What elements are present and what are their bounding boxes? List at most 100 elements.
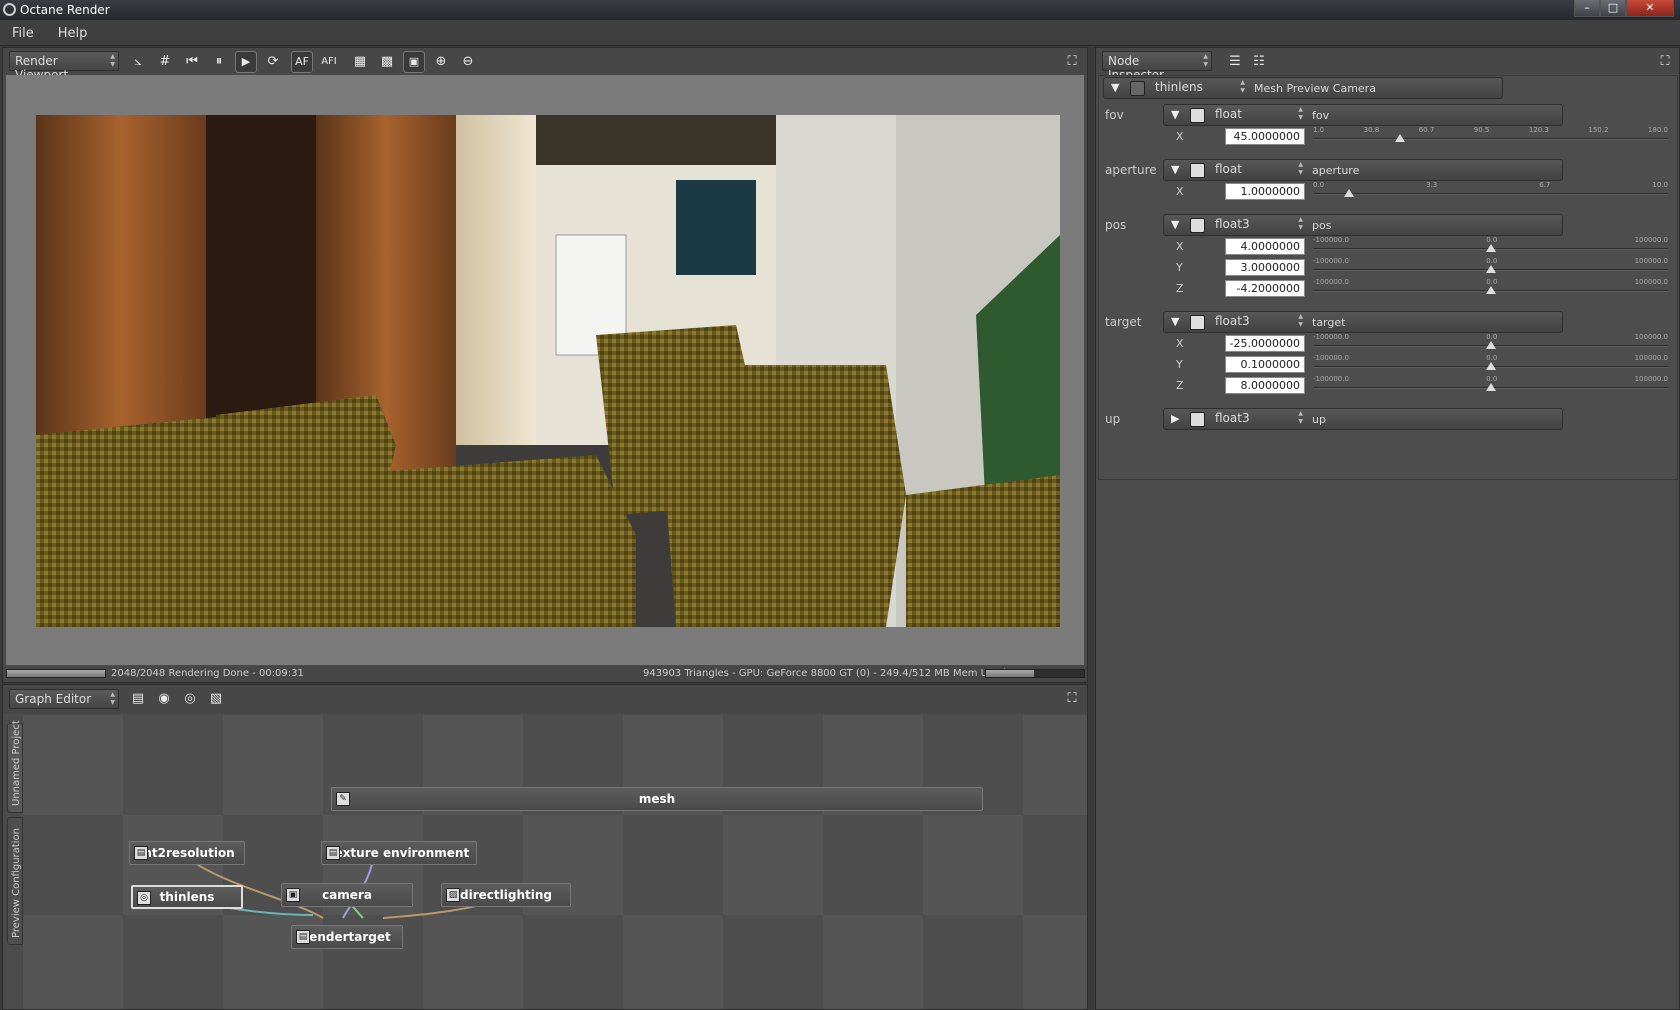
aperture-x-input[interactable]: 1.0000000 xyxy=(1225,183,1305,200)
pin-name: fov xyxy=(1312,109,1330,122)
node-mesh[interactable]: ✎ mesh xyxy=(331,787,983,811)
maximize-inspector-icon[interactable]: ⛶ xyxy=(1654,51,1676,73)
pos-x-input[interactable]: 4.0000000 xyxy=(1225,238,1305,255)
node-texture-environment-label: texture environment xyxy=(328,846,470,860)
pause-icon[interactable]: ⏸ xyxy=(208,51,230,73)
slider-thumb[interactable] xyxy=(1485,362,1496,370)
pos-y-slider[interactable]: -100000.0 0.0 100000.0 xyxy=(1313,257,1668,273)
pin-type-icon xyxy=(1190,218,1205,233)
target-x-slider[interactable]: -100000.0 0.0 100000.0 xyxy=(1313,333,1668,349)
fov-x-slider[interactable]: 1.0 30.8 60.7 90.5 120.3 150.2 180.0 xyxy=(1313,126,1668,142)
graph-canvas[interactable]: ✎ mesh ▤ int2resolution ▤ texture enviro… xyxy=(23,715,1087,1009)
menu-file[interactable]: File xyxy=(0,20,46,41)
autofocus-button[interactable]: AF xyxy=(291,51,313,73)
pin-type-icon xyxy=(1190,412,1205,427)
slider-ticks: -100000.0 0.0 100000.0 xyxy=(1313,257,1668,265)
pos-x-slider[interactable]: -100000.0 0.0 100000.0 xyxy=(1313,236,1668,252)
pin-type-combo[interactable]: float xyxy=(1210,160,1306,180)
node-texture-environment[interactable]: ▤ texture environment xyxy=(321,841,477,865)
maximize-button[interactable]: □ xyxy=(1600,0,1626,17)
slider-thumb[interactable] xyxy=(1485,265,1496,273)
pin-header-pos[interactable]: ▼ float3 pos xyxy=(1163,214,1563,236)
thinlens-icon xyxy=(1130,81,1145,96)
material-icon[interactable]: ◉ xyxy=(153,688,175,710)
play-icon[interactable]: ▶ xyxy=(235,51,257,73)
minimize-button[interactable]: – xyxy=(1574,0,1600,17)
autofocus-inf-button[interactable]: AFI xyxy=(318,51,340,73)
pin-label-fov: fov xyxy=(1105,108,1124,122)
pos-z-slider[interactable]: -100000.0 0.0 100000.0 xyxy=(1313,278,1668,294)
inspector-combo[interactable]: Node Inspector xyxy=(1102,51,1212,82)
collapse-node-icon[interactable]: ▼ xyxy=(1111,81,1119,94)
target-x-input[interactable]: -25.0000000 xyxy=(1225,335,1305,352)
slider-tick-label: -100000.0 xyxy=(1313,333,1349,341)
inspector-toolbar: Node Inspector ☰ ☷ ⛶ xyxy=(1096,48,1679,82)
restart-icon[interactable]: ⏮ xyxy=(181,51,203,73)
checker-icon[interactable]: ▩ xyxy=(376,51,398,73)
slider-tick-label: 30.8 xyxy=(1363,126,1380,134)
slider-thumb[interactable] xyxy=(1394,134,1405,142)
node-camera[interactable]: ▣ camera xyxy=(281,883,413,907)
collapse-icon[interactable]: ▼ xyxy=(1171,315,1179,328)
node-int2resolution[interactable]: ▤ int2resolution xyxy=(129,841,245,865)
grid-icon[interactable]: # xyxy=(154,51,176,73)
pin-type-combo[interactable]: float xyxy=(1210,105,1306,125)
layout-icon[interactable]: ▧ xyxy=(205,688,227,710)
aperture-x-slider[interactable]: 0.0 3.3 6.7 10.0 xyxy=(1313,181,1668,197)
target-y-input[interactable]: 0.1000000 xyxy=(1225,356,1305,373)
refresh-icon[interactable]: ⟳ xyxy=(262,51,284,73)
slider-thumb[interactable] xyxy=(1485,244,1496,252)
pin-label-aperture: aperture xyxy=(1105,163,1157,177)
tab-preview-configuration[interactable]: Preview Configuration xyxy=(7,817,23,945)
collapse-all-icon[interactable]: ☰ xyxy=(1224,51,1246,73)
slider-thumb[interactable] xyxy=(1485,341,1496,349)
node-name-combo[interactable]: thinlens xyxy=(1150,78,1248,98)
menu-help[interactable]: Help xyxy=(46,20,100,41)
pin-header-target[interactable]: ▼ float3 target xyxy=(1163,311,1563,333)
target-z-input[interactable]: 8.0000000 xyxy=(1225,377,1305,394)
slider-thumb[interactable] xyxy=(1343,189,1354,197)
expand-icon[interactable]: ▶ xyxy=(1171,412,1179,425)
slider-thumb[interactable] xyxy=(1485,383,1496,391)
close-button[interactable]: ✕ xyxy=(1626,0,1674,17)
pos-y-input[interactable]: 3.0000000 xyxy=(1225,259,1305,276)
tab-unnamed-project[interactable]: Unnamed Project xyxy=(7,720,23,813)
node-rendertarget[interactable]: ▤ rendertarget xyxy=(291,925,403,949)
pin-type-combo[interactable]: float3 xyxy=(1210,409,1306,429)
fov-x-input[interactable]: 45.0000000 xyxy=(1225,128,1305,145)
pin-header-fov[interactable]: ▼ float fov xyxy=(1163,104,1563,126)
target-z-slider[interactable]: -100000.0 0.0 100000.0 xyxy=(1313,375,1668,391)
axis-label-x: X xyxy=(1176,185,1184,198)
slider-thumb[interactable] xyxy=(1485,286,1496,294)
maximize-graph-icon[interactable]: ⛶ xyxy=(1061,688,1083,710)
viewport-combo[interactable]: Render Viewport xyxy=(9,51,119,82)
new-node-icon[interactable]: ▤ xyxy=(127,688,149,710)
ruler-icon[interactable]: ⦣ xyxy=(127,51,149,73)
pin-header-aperture[interactable]: ▼ float aperture xyxy=(1163,159,1563,181)
axis-label-x: X xyxy=(1176,337,1184,350)
graph-combo[interactable]: Graph Editor xyxy=(9,689,119,709)
alpha-icon[interactable]: ▣ xyxy=(403,51,425,73)
region-icon[interactable]: ▦ xyxy=(349,51,371,73)
zoom-out-icon[interactable]: ⊖ xyxy=(457,51,479,73)
node-thinlens[interactable]: ◎ thinlens xyxy=(131,885,243,909)
render-area[interactable] xyxy=(6,75,1084,665)
node-directlighting[interactable]: ▨ directlighting xyxy=(441,883,571,907)
zoom-in-icon[interactable]: ⊕ xyxy=(430,51,452,73)
collapse-icon[interactable]: ▼ xyxy=(1171,163,1179,176)
axis-label-x: X xyxy=(1176,240,1184,253)
texture-environment-node-icon: ▤ xyxy=(326,846,340,860)
node-header[interactable]: ▼ thinlens Mesh Preview Camera xyxy=(1103,77,1503,99)
camera-node-icon[interactable]: ◎ xyxy=(179,688,201,710)
collapse-icon[interactable]: ▼ xyxy=(1171,108,1179,121)
target-y-slider[interactable]: -100000.0 0.0 100000.0 xyxy=(1313,354,1668,370)
pin-name: pos xyxy=(1312,219,1332,232)
pin-header-up[interactable]: ▶ float3 up xyxy=(1163,408,1563,430)
maximize-panel-icon[interactable]: ⛶ xyxy=(1061,51,1083,73)
node-description: Mesh Preview Camera xyxy=(1254,82,1376,95)
expand-all-icon[interactable]: ☷ xyxy=(1248,51,1270,73)
pos-z-input[interactable]: -4.2000000 xyxy=(1225,280,1305,297)
pin-type-combo[interactable]: float3 xyxy=(1210,215,1306,235)
collapse-icon[interactable]: ▼ xyxy=(1171,218,1179,231)
pin-type-combo[interactable]: float3 xyxy=(1210,312,1306,332)
